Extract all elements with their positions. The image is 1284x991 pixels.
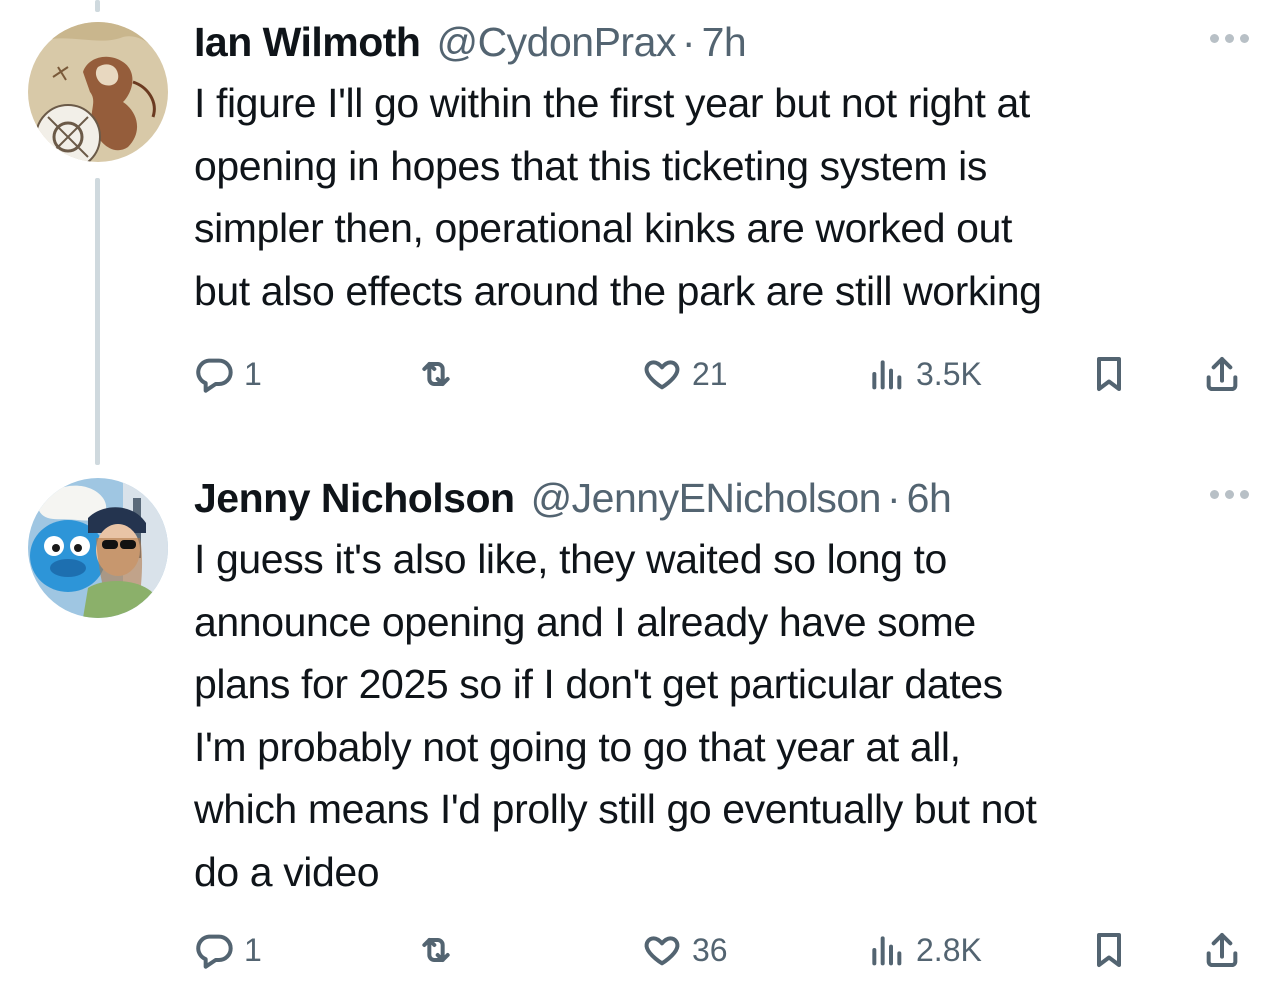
- illustrated-avatar-icon: [28, 22, 168, 162]
- views-button[interactable]: 3.5K: [866, 354, 982, 394]
- avatar[interactable]: [28, 22, 168, 162]
- bookmark-button[interactable]: [1089, 354, 1129, 394]
- repost-button[interactable]: [416, 930, 466, 970]
- like-button[interactable]: 21: [642, 354, 728, 394]
- post-time[interactable]: 7h: [702, 18, 747, 66]
- author-name[interactable]: Ian Wilmoth: [194, 18, 421, 66]
- post-text: I figure I'll go within the first year b…: [194, 80, 1042, 314]
- views-count: 3.5K: [916, 355, 982, 392]
- photo-avatar-icon: [28, 478, 168, 618]
- post-time[interactable]: 6h: [907, 474, 952, 522]
- like-icon: [644, 936, 680, 966]
- views-button[interactable]: 2.8K: [866, 930, 982, 970]
- post-text: I guess it's also like, they waited so l…: [194, 536, 1037, 895]
- separator: ·: [886, 475, 901, 521]
- repost-icon: [422, 938, 450, 962]
- reply-count: 1: [244, 931, 262, 968]
- post-jenny-nicholson[interactable]: Jenny Nicholson @JennyENicholson · 6h I …: [194, 474, 1254, 903]
- like-count: 36: [692, 931, 728, 968]
- thread-connector-top: [95, 0, 100, 12]
- post-header: Ian Wilmoth @CydonPrax · 7h: [194, 18, 1254, 66]
- views-icon: [872, 360, 902, 390]
- views-count: 2.8K: [916, 931, 982, 968]
- author-handle[interactable]: @JennyENicholson: [531, 474, 882, 522]
- repost-icon: [422, 362, 450, 386]
- post-ian-wilmoth[interactable]: Ian Wilmoth @CydonPrax · 7h I figure I'l…: [194, 18, 1254, 322]
- like-button[interactable]: 36: [642, 930, 728, 970]
- more-options-icon[interactable]: [1204, 484, 1254, 504]
- repost-button[interactable]: [416, 354, 466, 394]
- reply-button[interactable]: 1: [194, 354, 262, 394]
- reply-icon: [196, 358, 233, 393]
- action-bar: 1 36 2.8K: [194, 930, 1254, 974]
- author-handle[interactable]: @CydonPrax: [436, 18, 676, 66]
- share-button[interactable]: [1202, 354, 1242, 394]
- thread-connector: [95, 178, 100, 465]
- bookmark-button[interactable]: [1089, 930, 1129, 970]
- avatar[interactable]: [28, 478, 168, 618]
- more-options-icon[interactable]: [1204, 28, 1254, 48]
- share-button[interactable]: [1202, 930, 1242, 970]
- reply-count: 1: [244, 355, 262, 392]
- views-icon: [872, 936, 902, 966]
- author-name[interactable]: Jenny Nicholson: [194, 474, 515, 522]
- bookmark-icon: [1097, 357, 1121, 391]
- share-icon: [1206, 357, 1238, 391]
- reply-button[interactable]: 1: [194, 930, 262, 970]
- share-icon: [1206, 933, 1238, 967]
- reply-icon: [196, 934, 233, 969]
- bookmark-icon: [1097, 933, 1121, 967]
- separator: ·: [681, 19, 696, 65]
- like-count: 21: [692, 355, 728, 392]
- like-icon: [644, 360, 680, 390]
- post-header: Jenny Nicholson @JennyENicholson · 6h: [194, 474, 1254, 522]
- action-bar: 1 21 3.5K: [194, 354, 1254, 398]
